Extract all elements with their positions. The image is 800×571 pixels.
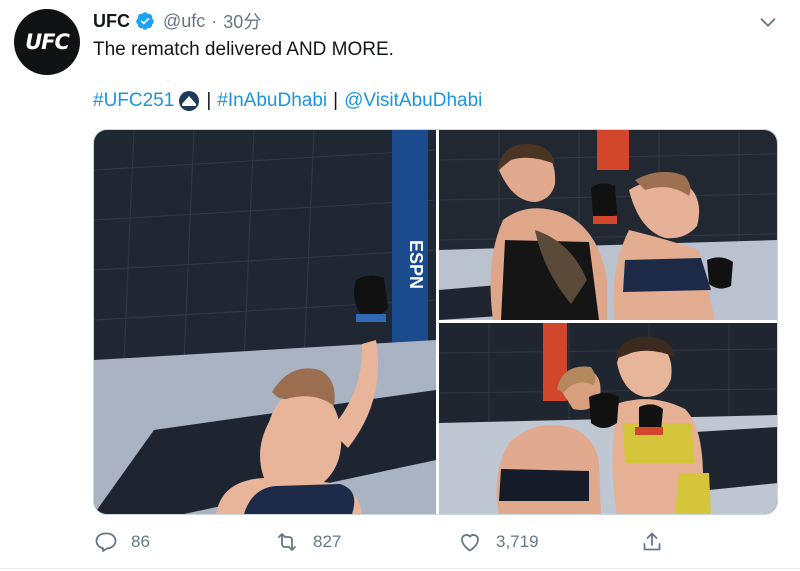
chevron-down-icon[interactable] xyxy=(757,11,779,33)
reply-icon xyxy=(95,532,117,552)
tweet[interactable]: UFC UFC @ufc · 30分 The rematch delivered… xyxy=(0,0,800,571)
tweet-header: UFC @ufc · 30分 xyxy=(93,9,261,33)
link-separator: | xyxy=(206,90,212,111)
link-separator: | xyxy=(333,90,339,111)
reply-button[interactable]: 86 xyxy=(93,527,150,557)
photo-fighters-punch[interactable] xyxy=(439,323,777,514)
tweet-divider xyxy=(0,568,800,569)
heart-icon xyxy=(461,534,479,552)
retweet-count: 827 xyxy=(313,532,342,551)
retweet-icon xyxy=(278,533,296,551)
media-grid: ESPN xyxy=(93,129,778,515)
tweet-actions: 86 827 3,719 xyxy=(93,527,778,557)
tweet-hashtags: #UFC251 | #InAbuDhabi | @VisitAbuDhabi xyxy=(93,90,482,112)
hashtag-ufc251[interactable]: #UFC251 xyxy=(93,90,174,112)
like-button[interactable]: 3,719 xyxy=(458,527,539,557)
handle[interactable]: @ufc xyxy=(163,11,205,32)
display-name[interactable]: UFC xyxy=(93,11,130,32)
ufc-hashflag-icon xyxy=(179,91,200,111)
meta-separator: · xyxy=(211,10,218,31)
like-count: 3,719 xyxy=(496,532,539,551)
avatar[interactable]: UFC xyxy=(14,9,80,75)
svg-text:ESPN: ESPN xyxy=(406,240,426,289)
tweet-text: The rematch delivered AND MORE. xyxy=(93,39,394,60)
hashtag-inabudhabi[interactable]: #InAbuDhabi xyxy=(217,90,327,112)
mention-visitabudhabi[interactable]: @VisitAbuDhabi xyxy=(344,90,482,112)
timestamp[interactable]: 30分 xyxy=(223,8,261,34)
share-button[interactable] xyxy=(640,527,664,557)
photo-fighters-clinch[interactable] xyxy=(439,130,777,320)
share-icon xyxy=(643,532,661,551)
avatar-logo-text: UFC xyxy=(25,30,70,54)
photo-fighter-raising-fist[interactable]: ESPN xyxy=(94,130,436,514)
verified-badge-icon xyxy=(136,12,154,30)
retweet-button[interactable]: 827 xyxy=(275,527,341,557)
reply-count: 86 xyxy=(131,532,150,551)
